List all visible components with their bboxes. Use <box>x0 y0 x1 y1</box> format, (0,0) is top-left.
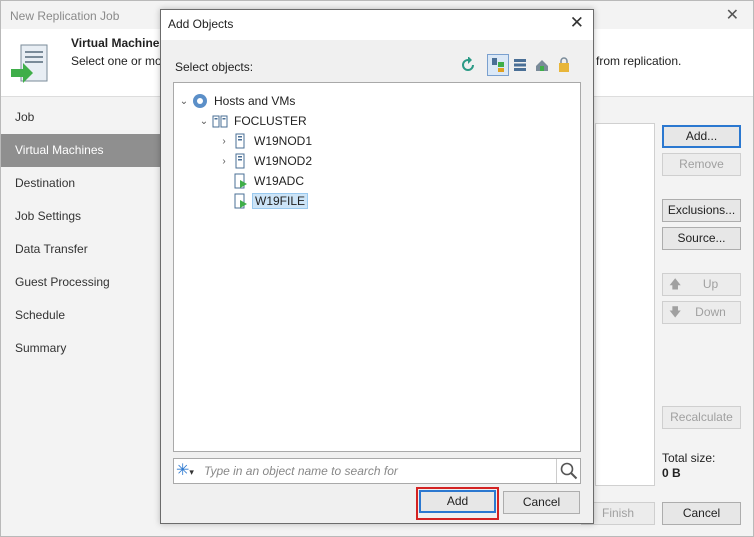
tree-node-w19nod2[interactable]: › W19NOD2 <box>218 152 314 170</box>
add-objects-dialog: Add Objects ✕ Select objects: ⌄ Hosts an… <box>160 9 594 524</box>
tree-node-focluster[interactable]: ⌄ FOCLUSTER <box>198 112 309 130</box>
tree-node-label: W19NOD2 <box>254 154 313 168</box>
datastores-view-icon[interactable] <box>531 54 553 76</box>
nav-item-data-transfer[interactable]: Data Transfer <box>1 233 161 266</box>
add-vm-button[interactable]: Add... <box>662 125 741 148</box>
close-icon[interactable]: ✕ <box>570 13 584 33</box>
tree-node-label: FOCLUSTER <box>234 114 307 128</box>
arrow-up-icon: 🡅 <box>669 277 682 291</box>
vm-icon <box>234 173 247 189</box>
view-toolbar <box>457 54 581 78</box>
object-search-input[interactable] <box>204 461 554 481</box>
nav-item-guest-processing[interactable]: Guest Processing <box>1 266 161 299</box>
cluster-icon <box>212 115 228 128</box>
arrow-down-icon: 🡇 <box>669 305 682 319</box>
vm-icon <box>234 193 247 209</box>
tree-node-hosts-and-vms[interactable]: ⌄ Hosts and VMs <box>178 92 297 110</box>
wizard-header-description-tail: from replication. <box>596 54 682 68</box>
chevron-down-icon[interactable]: ⌄ <box>198 116 210 127</box>
wizard-title: New Replication Job <box>10 9 120 23</box>
replication-logo-icon <box>11 44 48 83</box>
search-icon[interactable] <box>560 462 578 480</box>
remove-button[interactable]: Remove <box>662 153 741 176</box>
tags-view-icon[interactable] <box>553 54 575 76</box>
total-size-label: Total size: <box>662 451 716 465</box>
tree-node-label: W19ADC <box>254 174 305 188</box>
tree-node-w19adc[interactable]: W19ADC <box>218 172 306 190</box>
object-search-box: ✳▾ <box>173 458 581 484</box>
tree-node-w19nod1[interactable]: › W19NOD1 <box>218 132 314 150</box>
nav-item-job-settings[interactable]: Job Settings <box>1 200 161 233</box>
tree-node-label: W19NOD1 <box>254 134 313 148</box>
dialog-titlebar: Add Objects ✕ <box>161 10 593 40</box>
total-size-value: 0 B <box>662 466 681 480</box>
dialog-title: Add Objects <box>168 17 234 31</box>
up-button-label: Up <box>702 277 719 291</box>
vm-list[interactable] <box>595 123 655 486</box>
tree-node-label: Hosts and VMs <box>214 94 296 108</box>
nav-item-schedule[interactable]: Schedule <box>1 299 161 332</box>
tree-node-label: W19FILE <box>252 193 309 209</box>
nav-item-destination[interactable]: Destination <box>1 167 161 200</box>
down-button[interactable]: 🡇 Down <box>662 301 741 324</box>
server-icon <box>235 133 245 149</box>
wizard-header-title: Virtual Machines <box>71 36 167 50</box>
select-objects-label: Select objects: <box>175 60 254 74</box>
wizard-cancel-button[interactable]: Cancel <box>662 502 741 525</box>
up-button[interactable]: 🡅 Up <box>662 273 741 296</box>
chevron-down-icon[interactable]: ⌄ <box>178 96 190 107</box>
refresh-icon[interactable] <box>457 54 479 76</box>
source-button[interactable]: Source... <box>662 227 741 250</box>
hosts-icon <box>193 94 207 108</box>
dialog-cancel-button[interactable]: Cancel <box>503 491 580 514</box>
exclusions-button[interactable]: Exclusions... <box>662 199 741 222</box>
wizard-nav: Job Virtual Machines Destination Job Set… <box>1 101 161 365</box>
search-type-dropdown[interactable]: ✳▾ <box>176 461 202 481</box>
recalculate-button[interactable]: Recalculate <box>662 406 741 429</box>
wizard-header-description: Select one or mo <box>71 54 162 68</box>
server-icon <box>235 153 245 169</box>
chevron-right-icon[interactable]: › <box>218 136 230 147</box>
vms-and-templates-view-icon[interactable] <box>509 54 531 76</box>
hosts-and-clusters-view-icon[interactable] <box>487 54 509 76</box>
wizard-close-icon[interactable]: ✕ <box>726 5 739 25</box>
down-button-label: Down <box>695 305 726 319</box>
object-tree[interactable]: ⌄ Hosts and VMs ⌄ FOCLUSTER › W19NOD1 › … <box>173 82 581 452</box>
nav-item-job[interactable]: Job <box>1 101 161 134</box>
tree-node-w19file[interactable]: W19FILE <box>218 192 309 210</box>
chevron-right-icon[interactable]: › <box>218 156 230 167</box>
nav-item-summary[interactable]: Summary <box>1 332 161 365</box>
dialog-add-button[interactable]: Add <box>419 490 496 513</box>
nav-item-virtual-machines[interactable]: Virtual Machines <box>1 134 161 167</box>
